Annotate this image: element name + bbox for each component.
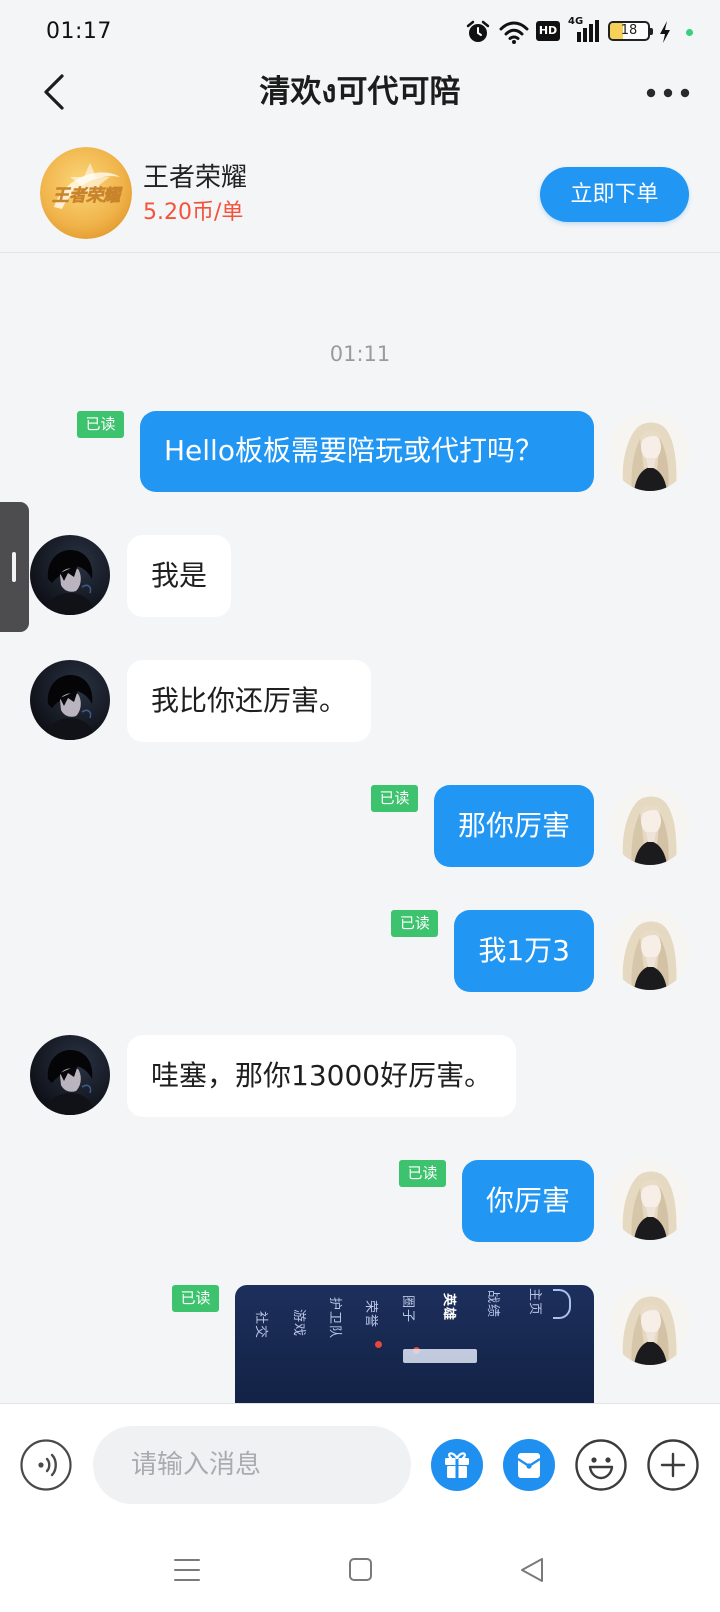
- my-avatar[interactable]: [610, 1160, 690, 1240]
- more-options-button[interactable]: [642, 80, 694, 106]
- more-dots-icon: [646, 88, 690, 98]
- hd-badge: HD: [536, 21, 560, 41]
- read-status-badge: 已读: [77, 411, 124, 438]
- message-bubble[interactable]: 你厉害: [461, 1160, 594, 1242]
- message-row-outgoing: 已读 Hello板板需要陪玩或代打吗？: [0, 411, 720, 492]
- message-bubble[interactable]: Hello板板需要陪玩或代打吗？: [140, 411, 594, 492]
- message-row-outgoing-image: 已读 社交 游戏 护卫队 荣誉 圈子 英雄 战绩 主页: [0, 1285, 720, 1403]
- message-row-incoming: 我是: [0, 535, 720, 617]
- message-text: 那你厉害: [457, 809, 570, 842]
- voice-button[interactable]: [19, 1438, 73, 1492]
- floating-side-handle[interactable]: [0, 502, 29, 632]
- read-status-badge: 已读: [398, 1160, 446, 1187]
- nav-menu-button[interactable]: [167, 1554, 207, 1586]
- image-text: 护卫队: [327, 1297, 342, 1340]
- image-text: 英雄: [441, 1293, 456, 1322]
- image-bracket-shape: [553, 1289, 571, 1319]
- image-text: 主页: [527, 1288, 542, 1317]
- image-text: 荣誉: [363, 1300, 378, 1329]
- read-status-badge: 已读: [370, 785, 418, 812]
- order-now-button[interactable]: 立即下单: [540, 167, 689, 222]
- my-avatar[interactable]: [610, 785, 690, 865]
- emoji-icon: [575, 1439, 627, 1491]
- product-price: 5.20币/单: [143, 200, 244, 225]
- contact-avatar[interactable]: [30, 1035, 110, 1115]
- image-text: 游戏: [291, 1309, 306, 1338]
- side-handle-grip: [12, 552, 16, 582]
- nav-home-button[interactable]: [340, 1554, 380, 1586]
- message-text: 我1万3: [478, 934, 570, 967]
- game-logo[interactable]: 王者荣耀: [40, 147, 132, 239]
- home-icon: [349, 1558, 372, 1581]
- chat-message-list[interactable]: 01:11 已读 Hello板板需要陪玩或代打吗？ 我是 我比你还厉害。 已读 …: [0, 253, 720, 1403]
- notification-dot: [375, 1341, 382, 1348]
- messages-container: 已读 Hello板板需要陪玩或代打吗？ 我是 我比你还厉害。 已读 那你厉害 已…: [0, 411, 720, 1403]
- message-row-outgoing: 已读 我1万3: [0, 910, 720, 992]
- emoji-button[interactable]: [574, 1438, 628, 1492]
- nav-back-button[interactable]: [512, 1554, 552, 1586]
- red-packet-button[interactable]: [502, 1438, 556, 1492]
- message-row-outgoing: 已读 你厉害: [0, 1160, 720, 1242]
- message-row-outgoing: 已读 那你厉害: [0, 785, 720, 867]
- gift-icon: [431, 1439, 483, 1491]
- logo-text: 王者荣耀: [52, 186, 123, 206]
- image-panel: [403, 1349, 477, 1363]
- gift-button[interactable]: [430, 1438, 484, 1492]
- image-text: 圈子: [400, 1295, 415, 1324]
- chevron-left-icon: [44, 74, 64, 110]
- wifi-icon: [499, 21, 529, 44]
- back-button[interactable]: [36, 70, 76, 114]
- plus-icon: [647, 1439, 699, 1491]
- message-bubble[interactable]: 哇塞，那你13000好厉害。: [127, 1035, 517, 1117]
- alarm-icon: [466, 20, 490, 42]
- image-text: 战绩: [485, 1290, 500, 1319]
- battery-level-text: 18: [620, 23, 638, 38]
- product-name: 王者荣耀: [143, 163, 248, 193]
- image-text: 社交: [253, 1311, 268, 1340]
- message-row-incoming: 哇塞，那你13000好厉害。: [0, 1035, 720, 1117]
- charging-icon: [660, 21, 670, 43]
- message-bubble[interactable]: 那你厉害: [433, 785, 594, 867]
- battery-indicator: 18: [608, 21, 650, 41]
- contact-avatar[interactable]: [30, 660, 110, 740]
- back-icon: [521, 1558, 543, 1582]
- my-avatar[interactable]: [610, 910, 690, 990]
- message-text: 哇塞，那你13000好厉害。: [151, 1059, 493, 1092]
- message-text: 你厉害: [485, 1184, 570, 1217]
- status-time: 01:17: [46, 19, 112, 44]
- battery-cap: [650, 28, 653, 35]
- page-title: 清欢ง可代可陪: [259, 74, 461, 110]
- message-bubble[interactable]: 我比你还厉害。: [127, 660, 372, 742]
- message-text: Hello板板需要陪玩或代打吗？: [164, 434, 543, 467]
- chat-timestamp: 01:11: [329, 342, 391, 366]
- read-status-badge: 已读: [172, 1285, 219, 1312]
- menu-icon: [174, 1559, 200, 1581]
- image-message[interactable]: 社交 游戏 护卫队 荣誉 圈子 英雄 战绩 主页: [235, 1285, 594, 1403]
- signal-icon: [577, 20, 599, 42]
- my-avatar[interactable]: [610, 1285, 690, 1365]
- read-status-badge: 已读: [391, 910, 439, 937]
- message-input[interactable]: [93, 1426, 411, 1504]
- privacy-indicator-dot: [686, 29, 693, 36]
- more-actions-button[interactable]: [646, 1438, 700, 1492]
- chat-input-bar: [0, 1403, 720, 1612]
- message-text: 我比你还厉害。: [151, 684, 348, 717]
- my-avatar[interactable]: [610, 411, 690, 491]
- message-row-incoming: 我比你还厉害。: [0, 660, 720, 742]
- message-text: 我是: [151, 559, 208, 592]
- voice-icon: [20, 1439, 72, 1491]
- red-packet-icon: [503, 1439, 555, 1491]
- contact-avatar[interactable]: [30, 535, 110, 615]
- message-bubble[interactable]: 我是: [127, 535, 232, 617]
- message-bubble[interactable]: 我1万3: [454, 910, 594, 992]
